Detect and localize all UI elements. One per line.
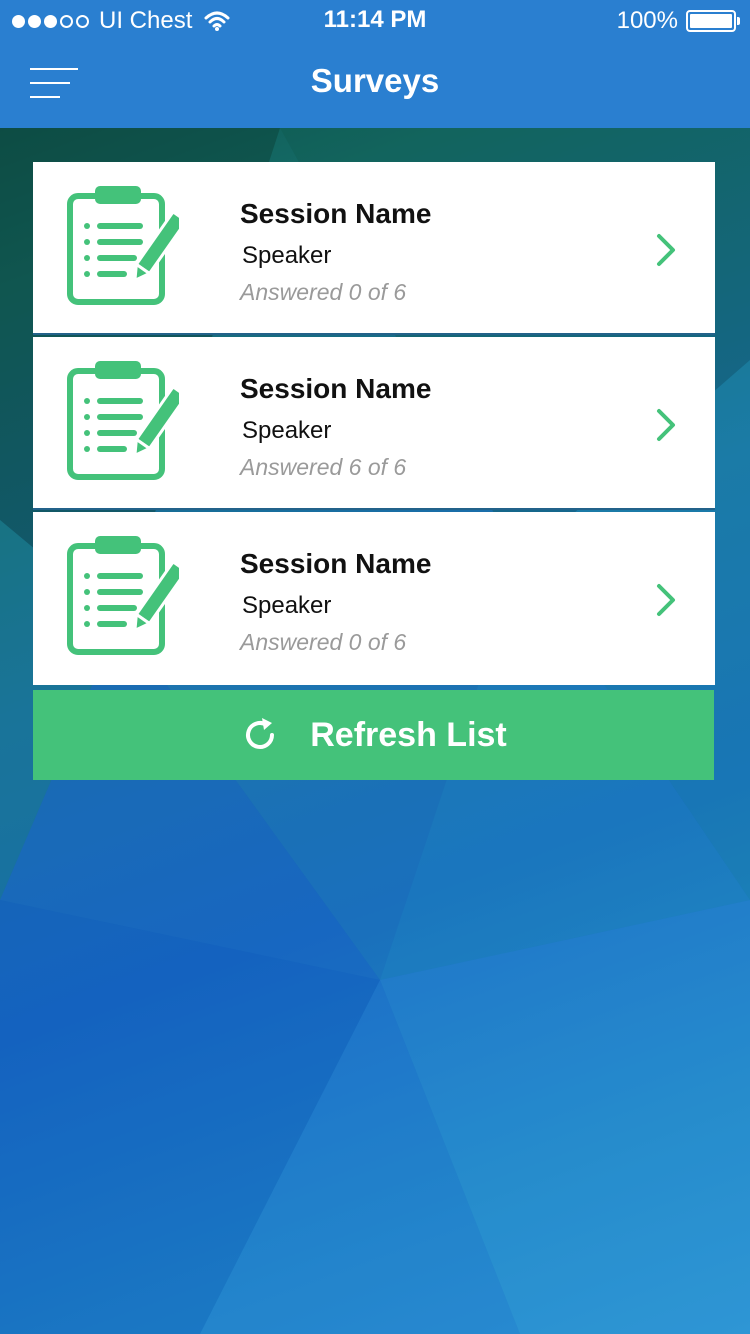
refresh-list-label: Refresh List: [310, 715, 507, 754]
answered-status: Answered 0 of 6: [240, 629, 407, 655]
answered-status: Answered 0 of 6: [240, 279, 407, 305]
chevron-right-icon[interactable]: [653, 232, 679, 268]
refresh-list-button[interactable]: Refresh List: [33, 690, 714, 780]
session-name: Session Name: [240, 198, 432, 229]
speaker-name: Speaker: [242, 417, 332, 444]
refresh-icon: [246, 718, 275, 749]
session-name: Session Name: [240, 548, 432, 579]
nav-bar: Surveys: [0, 40, 750, 128]
survey-list: Session Name Speaker Answered 0 of 6 Ses…: [33, 162, 715, 687]
clipboard-pencil-icon: [67, 536, 179, 655]
clipboard-pencil-icon: [67, 186, 179, 305]
chevron-right-icon[interactable]: [653, 407, 679, 443]
answered-status: Answered 6 of 6: [240, 454, 407, 480]
battery-percentage: 100%: [616, 7, 678, 34]
session-name: Session Name: [240, 373, 432, 404]
clipboard-pencil-icon: [67, 361, 179, 480]
status-bar: UI Chest 11:14 PM 100%: [0, 0, 750, 40]
page-title: Surveys: [310, 62, 440, 99]
speaker-name: Speaker: [242, 592, 332, 619]
survey-card[interactable]: Session Name Speaker Answered 0 of 6: [33, 162, 715, 335]
chevron-right-icon[interactable]: [653, 582, 679, 618]
survey-card[interactable]: Session Name Speaker Answered 6 of 6: [33, 337, 715, 510]
survey-card[interactable]: Session Name Speaker Answered 0 of 6: [33, 512, 715, 685]
battery-icon: [686, 10, 740, 32]
speaker-name: Speaker: [242, 242, 332, 269]
